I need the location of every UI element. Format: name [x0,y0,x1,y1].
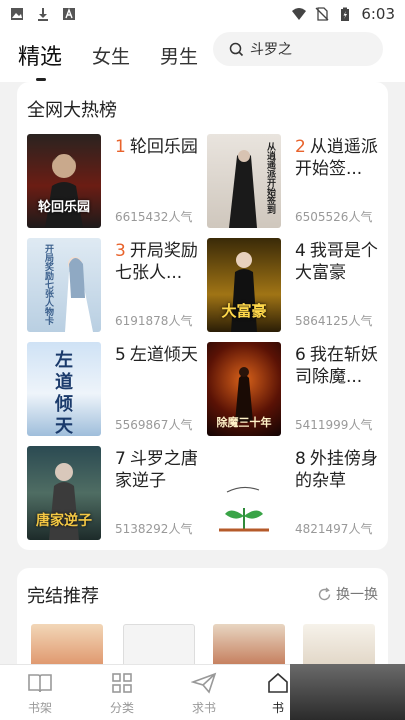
book-cover: 从逍遥派开始签到 [207,134,281,228]
book-title: 8 外挂傍身的杂草 [295,448,379,492]
book-item[interactable]: 唐家逆子 7 斗罗之唐家逆子 5138292人气 [27,446,199,546]
rank-number: 5 [115,345,126,365]
wifi-icon [292,8,307,20]
book-popularity: 6615432人气 [115,210,193,224]
cover-title: 左道倾天 [55,350,73,436]
book-name: 左道倾天 [129,345,198,365]
book-item[interactable]: 左道倾天 5 左道倾天 5569867人气 [27,342,199,442]
grid-icon [112,673,132,693]
cover-title: 开局奖励七张人物卡 [43,244,53,325]
overlay-shade [290,664,405,720]
refresh-label: 换一换 [336,587,378,603]
image-icon [11,8,23,20]
nav-bookshelf[interactable]: 书架 [10,671,70,716]
rank-number: 7 [115,449,126,469]
book-popularity: 5864125人气 [295,314,373,328]
rank-number: 4 [295,241,306,261]
cover-title: 大富豪 [221,302,267,320]
status-system: 6:03 [292,5,395,23]
sprout-illustration [219,486,269,532]
book-name: 我在斩妖司除魔... [295,345,378,387]
text-icon [63,8,75,20]
book-item[interactable]: 从逍遥派开始签到 2 从逍遥派开始签... 6505526人气 [207,134,379,234]
battery-icon [341,7,350,21]
search-input[interactable]: 斗罗之 [213,32,383,66]
rank-number: 1 [115,137,126,157]
nav-label: 分类 [109,701,134,715]
nav-label: 书架 [27,701,52,715]
cover-title: 除魔三十年 [216,416,272,429]
book-name: 轮回乐园 [129,137,198,157]
status-bar: 6:03 [0,0,405,28]
nav-label: 书 [271,701,284,715]
rank-number: 6 [295,345,306,365]
book-popularity: 5411999人气 [295,418,373,432]
nav-category[interactable]: 分类 [92,671,152,716]
book-item[interactable]: 轮回乐园 1 轮回乐园 6615432人气 [27,134,199,234]
book-popularity: 6191878人气 [115,314,193,328]
book-popularity: 5569867人气 [115,418,193,432]
book-item[interactable]: 大富豪 4 我哥是个大富豪 5864125人气 [207,238,379,338]
rank-number: 8 [295,449,306,469]
book-title: 5 左道倾天 [115,344,199,366]
book-title: 6 我在斩妖司除魔... [295,344,379,388]
rank-number: 2 [295,137,306,157]
book-item[interactable]: 8 外挂傍身的杂草 4821497人气 [207,446,379,546]
tab-female[interactable]: 女生 [92,42,130,69]
book-title: 3 开局奖励七张人... [115,240,199,284]
refresh-icon [318,586,331,600]
book-cover: 轮回乐园 [27,134,101,228]
book-cover: 大富豪 [207,238,281,332]
ranking-title: 全网大热榜 [27,100,117,121]
book-cover: 左道倾天 [27,342,101,436]
top-header: 精选 女生 男生 斗罗之 [0,28,405,82]
finished-title: 完结推荐 [27,586,99,607]
nav-request-book[interactable]: 求书 [174,671,234,716]
book-icon [28,674,52,693]
download-icon [38,8,48,21]
book-name: 我哥是个大富豪 [295,241,378,283]
tab-featured[interactable]: 精选 [18,39,62,81]
book-name: 斗罗之唐家逆子 [115,449,198,491]
house-icon [268,672,288,693]
cover-title: 从逍遥派开始签到 [265,142,275,214]
book-name: 从逍遥派开始签... [295,137,378,179]
paper-plane-icon [191,672,217,694]
book-cover: 唐家逆子 [27,446,101,540]
book-popularity: 5138292人气 [115,522,193,536]
cover-title: 唐家逆子 [36,513,92,529]
book-cover: 开局奖励七张人物卡 [27,238,101,332]
book-title: 4 我哥是个大富豪 [295,240,379,284]
book-popularity: 4821497人气 [295,522,373,536]
tab-male[interactable]: 男生 [160,42,198,69]
book-name: 外挂傍身的杂草 [295,449,378,491]
status-notifications [10,7,76,21]
hot-ranking-card: 全网大热榜 轮回乐园 1 轮回乐园 6615432人气 从逍遥派开始签到 2 从逍遥… [17,82,388,550]
book-title: 7 斗罗之唐家逆子 [115,448,199,492]
status-time: 6:03 [361,5,395,23]
cover-title: 轮回乐园 [37,200,90,215]
book-title: 2 从逍遥派开始签... [295,136,379,180]
book-cover [207,446,281,540]
nav-label: 求书 [191,701,216,715]
no-sim-icon [315,7,329,21]
book-item[interactable]: 开局奖励七张人物卡 3 开局奖励七张人... 6191878人气 [27,238,199,338]
search-icon [229,42,244,56]
book-title: 1 轮回乐园 [115,136,199,158]
refresh-button[interactable]: 换一换 [317,584,378,604]
rank-number: 3 [115,241,126,261]
book-popularity: 6505526人气 [295,210,373,224]
book-item[interactable]: 除魔三十年 6 我在斩妖司除魔... 5411999人气 [207,342,379,442]
search-text: 斗罗之 [250,42,292,58]
book-name: 开局奖励七张人... [115,241,198,283]
book-cover: 除魔三十年 [207,342,281,436]
